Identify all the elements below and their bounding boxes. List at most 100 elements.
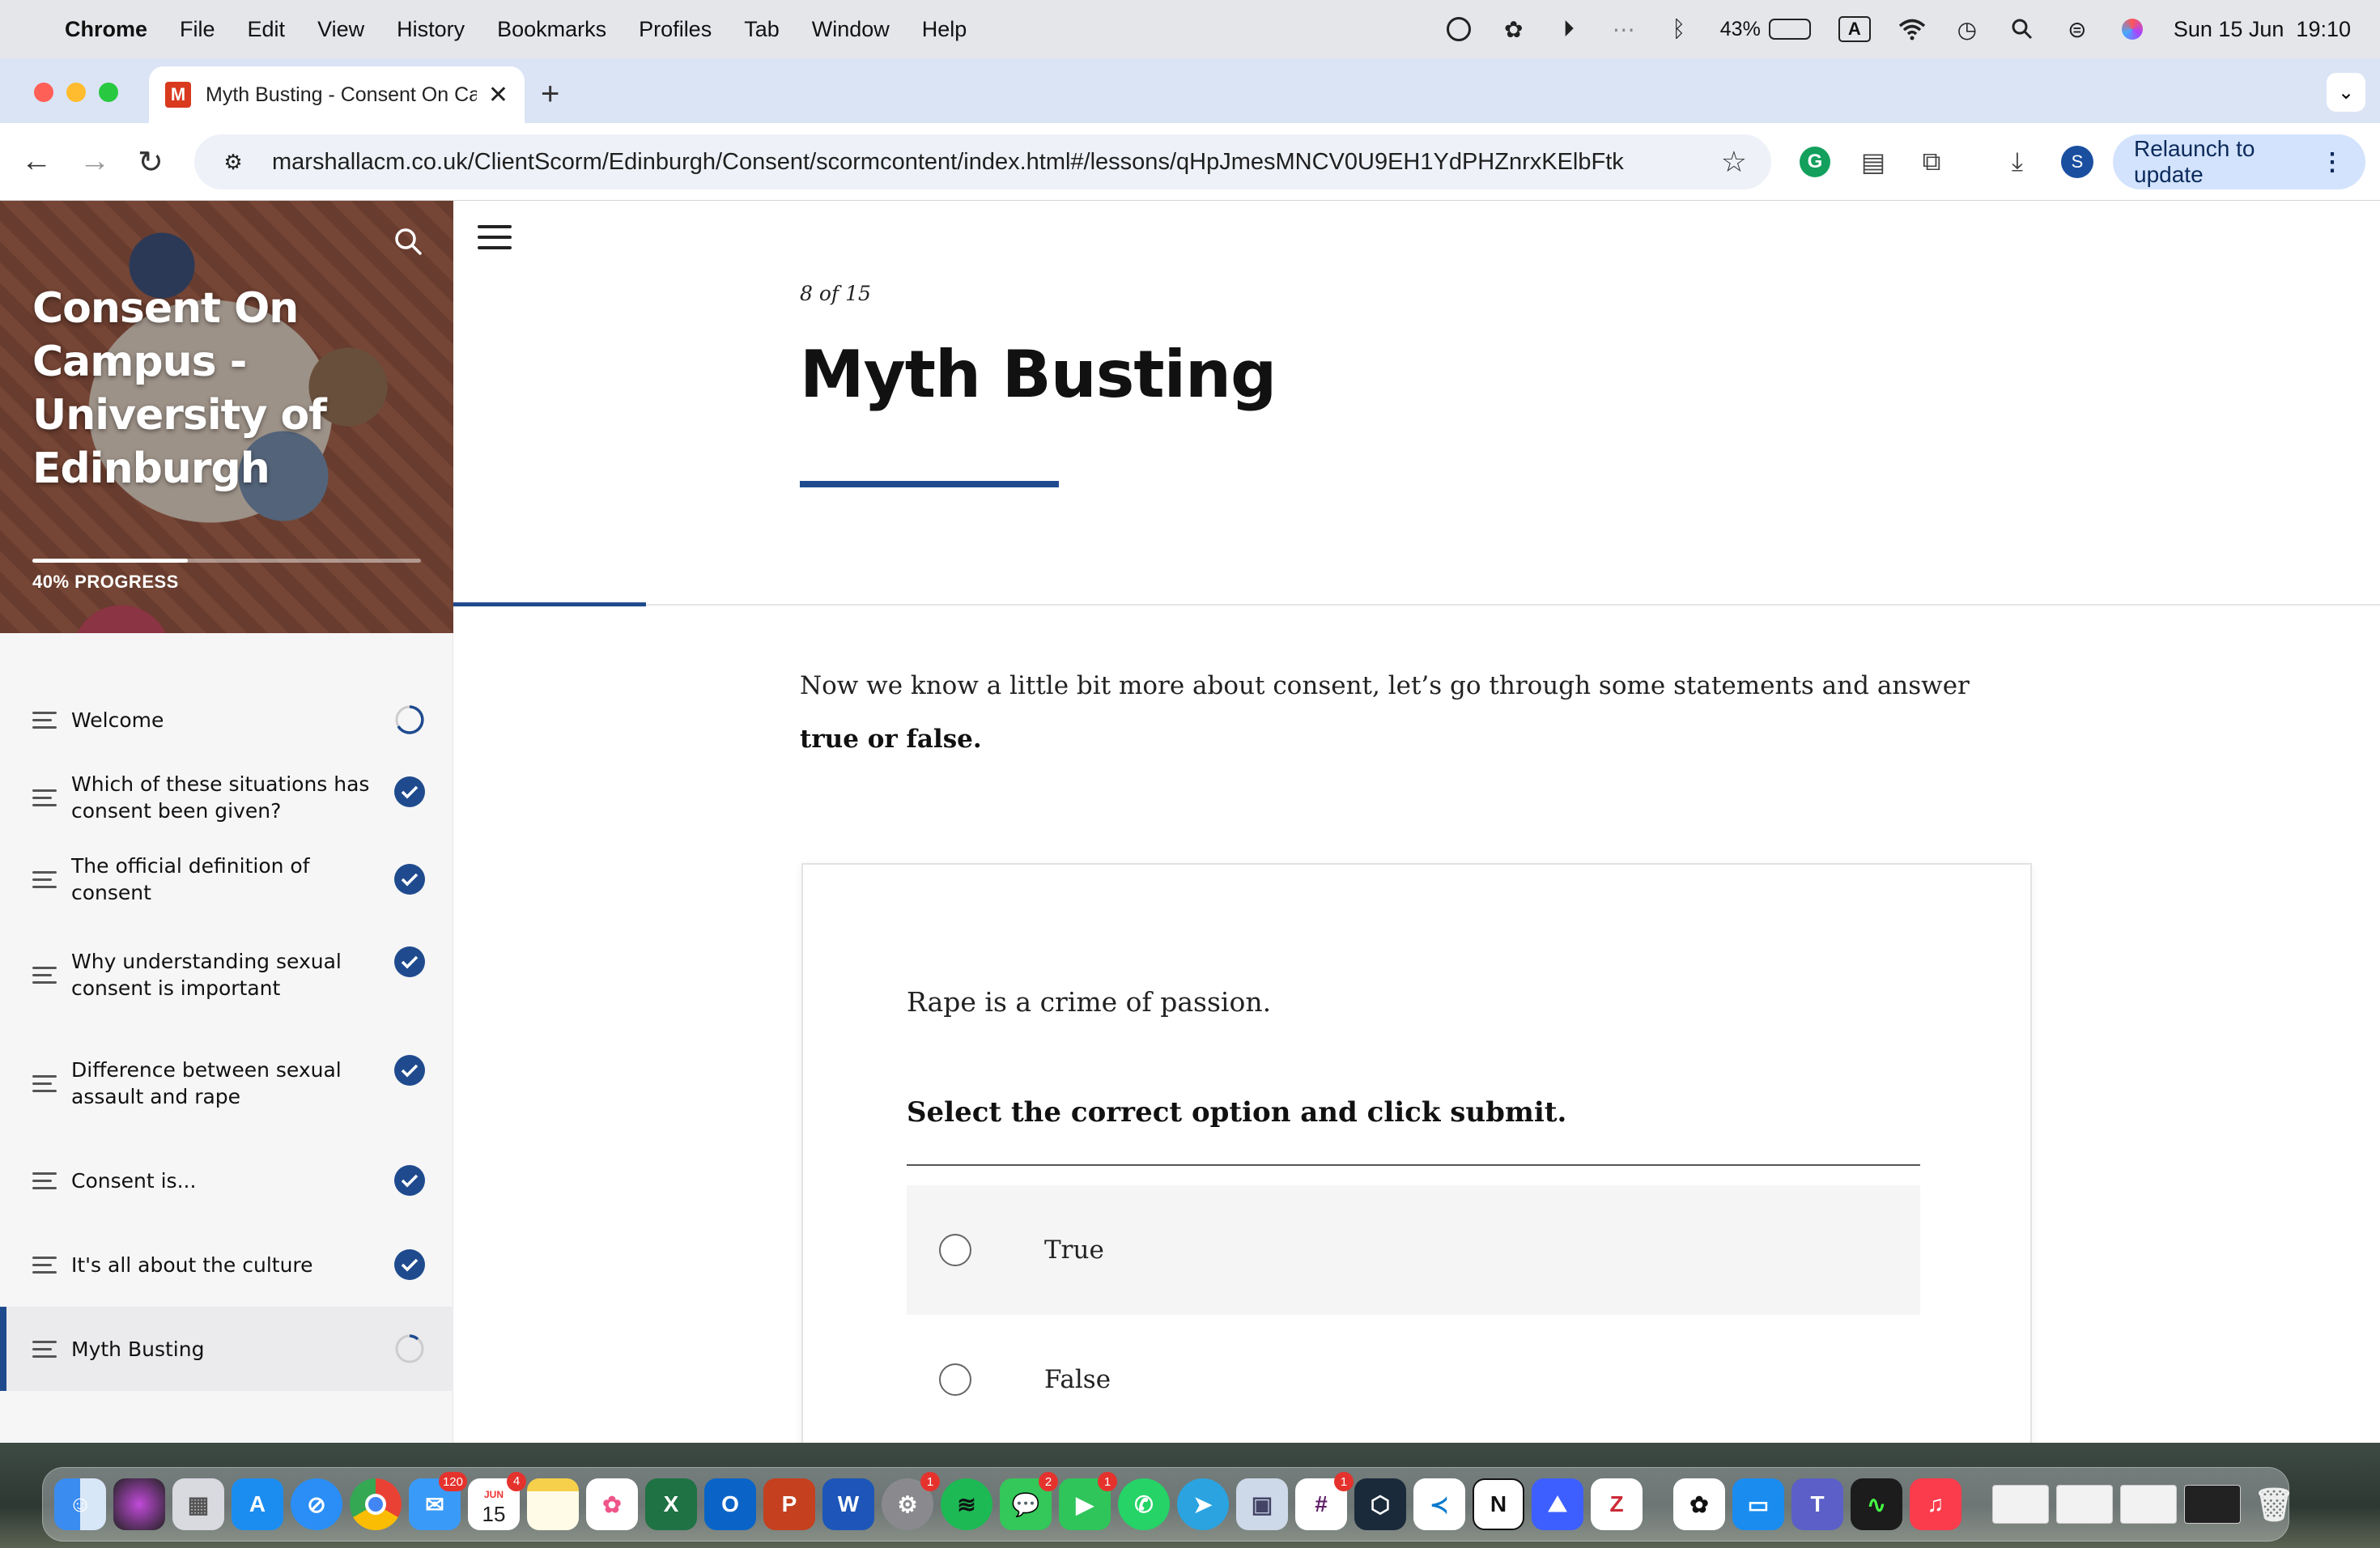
menu-bookmarks[interactable]: Bookmarks: [497, 17, 606, 42]
mail-icon[interactable]: ✉ 120: [409, 1472, 467, 1530]
grammarly-extension-icon[interactable]: G: [1797, 144, 1833, 180]
safari-icon[interactable]: ⊘: [291, 1478, 342, 1530]
chatgpt-menu-icon[interactable]: ✿: [1500, 15, 1528, 43]
minimized-window-thumbnail[interactable]: [1992, 1485, 2049, 1524]
telegram-icon[interactable]: ➤: [1177, 1478, 1229, 1530]
menu-file[interactable]: File: [180, 17, 215, 42]
menu-history[interactable]: History: [397, 17, 465, 42]
address-bar[interactable]: ⚙ marshallacm.co.uk/ClientScorm/Edinburg…: [194, 134, 1771, 189]
nordvpn-icon[interactable]: ⛰: [1532, 1478, 1583, 1530]
menu-tab[interactable]: Tab: [744, 17, 780, 42]
forward-button[interactable]: →: [79, 144, 110, 179]
focus-status-icon[interactable]: [1445, 15, 1473, 43]
lesson-item-culture[interactable]: It's all about the culture: [0, 1223, 453, 1307]
menu-help[interactable]: Help: [922, 17, 967, 42]
whatsapp-icon[interactable]: ✆: [1118, 1478, 1170, 1530]
music-icon[interactable]: ♫: [1910, 1478, 1961, 1530]
notes-icon[interactable]: [527, 1478, 579, 1530]
downloads-icon[interactable]: ⤓: [2000, 144, 2035, 180]
minimized-window-thumbnail[interactable]: [2056, 1485, 2113, 1524]
lesson-item-consent-is[interactable]: Consent is...: [0, 1138, 453, 1223]
keynote-icon[interactable]: ▭: [1732, 1478, 1784, 1530]
search-icon[interactable]: [392, 225, 424, 257]
zotero-icon[interactable]: Z: [1591, 1478, 1643, 1530]
site-settings-icon[interactable]: ⚙: [219, 147, 248, 176]
window-zoom-button[interactable]: [99, 83, 118, 102]
chrome-menu-icon[interactable]: ⋮: [2320, 148, 2344, 176]
menubar-clock[interactable]: Sun 15 Jun 19:10: [2174, 17, 2351, 42]
notion-icon[interactable]: N: [1473, 1478, 1524, 1530]
launchpad-icon[interactable]: ▦: [172, 1478, 224, 1530]
input-source-indicator[interactable]: A: [1838, 16, 1871, 42]
lesson-intro-text: Now we know a little bit more about cons…: [800, 659, 2030, 766]
facetime-badge: 1: [1098, 1472, 1117, 1491]
play-circle-icon[interactable]: ⏵: [1555, 15, 1583, 43]
bookmark-star-icon[interactable]: ☆: [1721, 145, 1747, 179]
menu-view[interactable]: View: [317, 17, 364, 42]
menu-app-name[interactable]: Chrome: [65, 17, 147, 42]
hamburger-menu-icon[interactable]: [478, 225, 512, 253]
back-button[interactable]: ←: [21, 144, 52, 179]
menu-profiles[interactable]: Profiles: [639, 17, 712, 42]
preview-icon[interactable]: ▣: [1236, 1478, 1288, 1530]
wifi-icon[interactable]: [1898, 15, 1926, 43]
minimized-window-thumbnail[interactable]: [2120, 1485, 2177, 1524]
spotlight-search-icon[interactable]: [2008, 15, 2036, 43]
messages-icon[interactable]: 💬 2: [1000, 1472, 1058, 1530]
activity-indicator-icon[interactable]: ⋯: [1610, 15, 1638, 43]
lesson-item-welcome[interactable]: Welcome: [0, 675, 453, 764]
vscode-icon[interactable]: ≺: [1413, 1478, 1465, 1530]
photos-icon[interactable]: ✿: [586, 1478, 638, 1530]
lesson-item-myth-busting[interactable]: Myth Busting: [0, 1307, 453, 1391]
trash-icon[interactable]: 🗑: [2248, 1478, 2300, 1530]
reload-button[interactable]: ↻: [138, 144, 164, 181]
quiz-option-false[interactable]: False: [907, 1315, 1920, 1443]
course-progress-label: 40% PROGRESS: [32, 572, 179, 592]
siri-icon[interactable]: [2119, 15, 2146, 43]
address-bar-url[interactable]: marshallacm.co.uk/ClientScorm/Edinburgh/…: [272, 149, 1721, 176]
chatgpt-icon[interactable]: ✿: [1673, 1478, 1725, 1530]
window-minimize-button[interactable]: [66, 83, 86, 102]
app-store-icon[interactable]: A: [232, 1478, 283, 1530]
calendar-icon[interactable]: JUN 15 4: [468, 1472, 526, 1530]
battery-status[interactable]: 43%: [1720, 18, 1811, 41]
window-close-button[interactable]: [34, 83, 53, 102]
radio-button[interactable]: [939, 1363, 971, 1396]
lesson-item-importance[interactable]: Why understanding sexual consent is impo…: [0, 921, 453, 1028]
spotify-icon[interactable]: ≋: [941, 1478, 992, 1530]
teams-icon[interactable]: T: [1791, 1478, 1843, 1530]
excel-icon[interactable]: X: [645, 1478, 697, 1530]
activity-monitor-icon[interactable]: ∿: [1851, 1478, 1902, 1530]
reader-mode-icon[interactable]: ▤: [1855, 144, 1891, 180]
lesson-item-difference[interactable]: Difference between sexual assault and ra…: [0, 1028, 453, 1138]
cursor-editor-icon[interactable]: ⬡: [1354, 1478, 1406, 1530]
relaunch-to-update-button[interactable]: Relaunch to update ⋮: [2113, 134, 2365, 189]
lesson-menu-icon: [32, 1070, 57, 1097]
quiz-option-true[interactable]: True: [907, 1185, 1920, 1315]
new-tab-button[interactable]: +: [541, 76, 559, 113]
facetime-icon[interactable]: ▶ 1: [1059, 1472, 1117, 1530]
finder-icon[interactable]: ☺: [54, 1478, 106, 1530]
control-center-icon[interactable]: ⊜: [2063, 15, 2091, 43]
tab-search-chevron-icon[interactable]: ⌄: [2327, 73, 2365, 112]
radio-button[interactable]: [939, 1234, 971, 1266]
time-machine-icon[interactable]: ◷: [1953, 15, 1981, 43]
profile-avatar-button[interactable]: S: [2059, 144, 2095, 180]
bluetooth-icon[interactable]: ᛒ: [1665, 15, 1693, 43]
siri-app-icon[interactable]: [113, 1478, 165, 1530]
lesson-item-definition[interactable]: The official definition of consent: [0, 837, 453, 921]
menu-window[interactable]: Window: [812, 17, 890, 42]
outlook-icon[interactable]: O: [704, 1478, 756, 1530]
battery-icon: [1768, 19, 1811, 40]
menu-edit[interactable]: Edit: [248, 17, 286, 42]
chrome-icon[interactable]: [350, 1478, 402, 1530]
system-settings-icon[interactable]: ⚙ 1: [882, 1472, 940, 1530]
word-icon[interactable]: W: [822, 1478, 874, 1530]
browser-tab-active[interactable]: M Myth Busting - Consent On Campus ✕: [149, 66, 525, 123]
minimized-window-thumbnail[interactable]: [2184, 1485, 2241, 1524]
lesson-item-situations[interactable]: Which of these situations has consent be…: [0, 758, 453, 837]
tab-close-icon[interactable]: ✕: [488, 81, 508, 109]
powerpoint-icon[interactable]: P: [763, 1478, 815, 1530]
slack-icon[interactable]: #1: [1295, 1472, 1354, 1530]
extensions-puzzle-icon[interactable]: ⧉: [1914, 144, 1949, 180]
